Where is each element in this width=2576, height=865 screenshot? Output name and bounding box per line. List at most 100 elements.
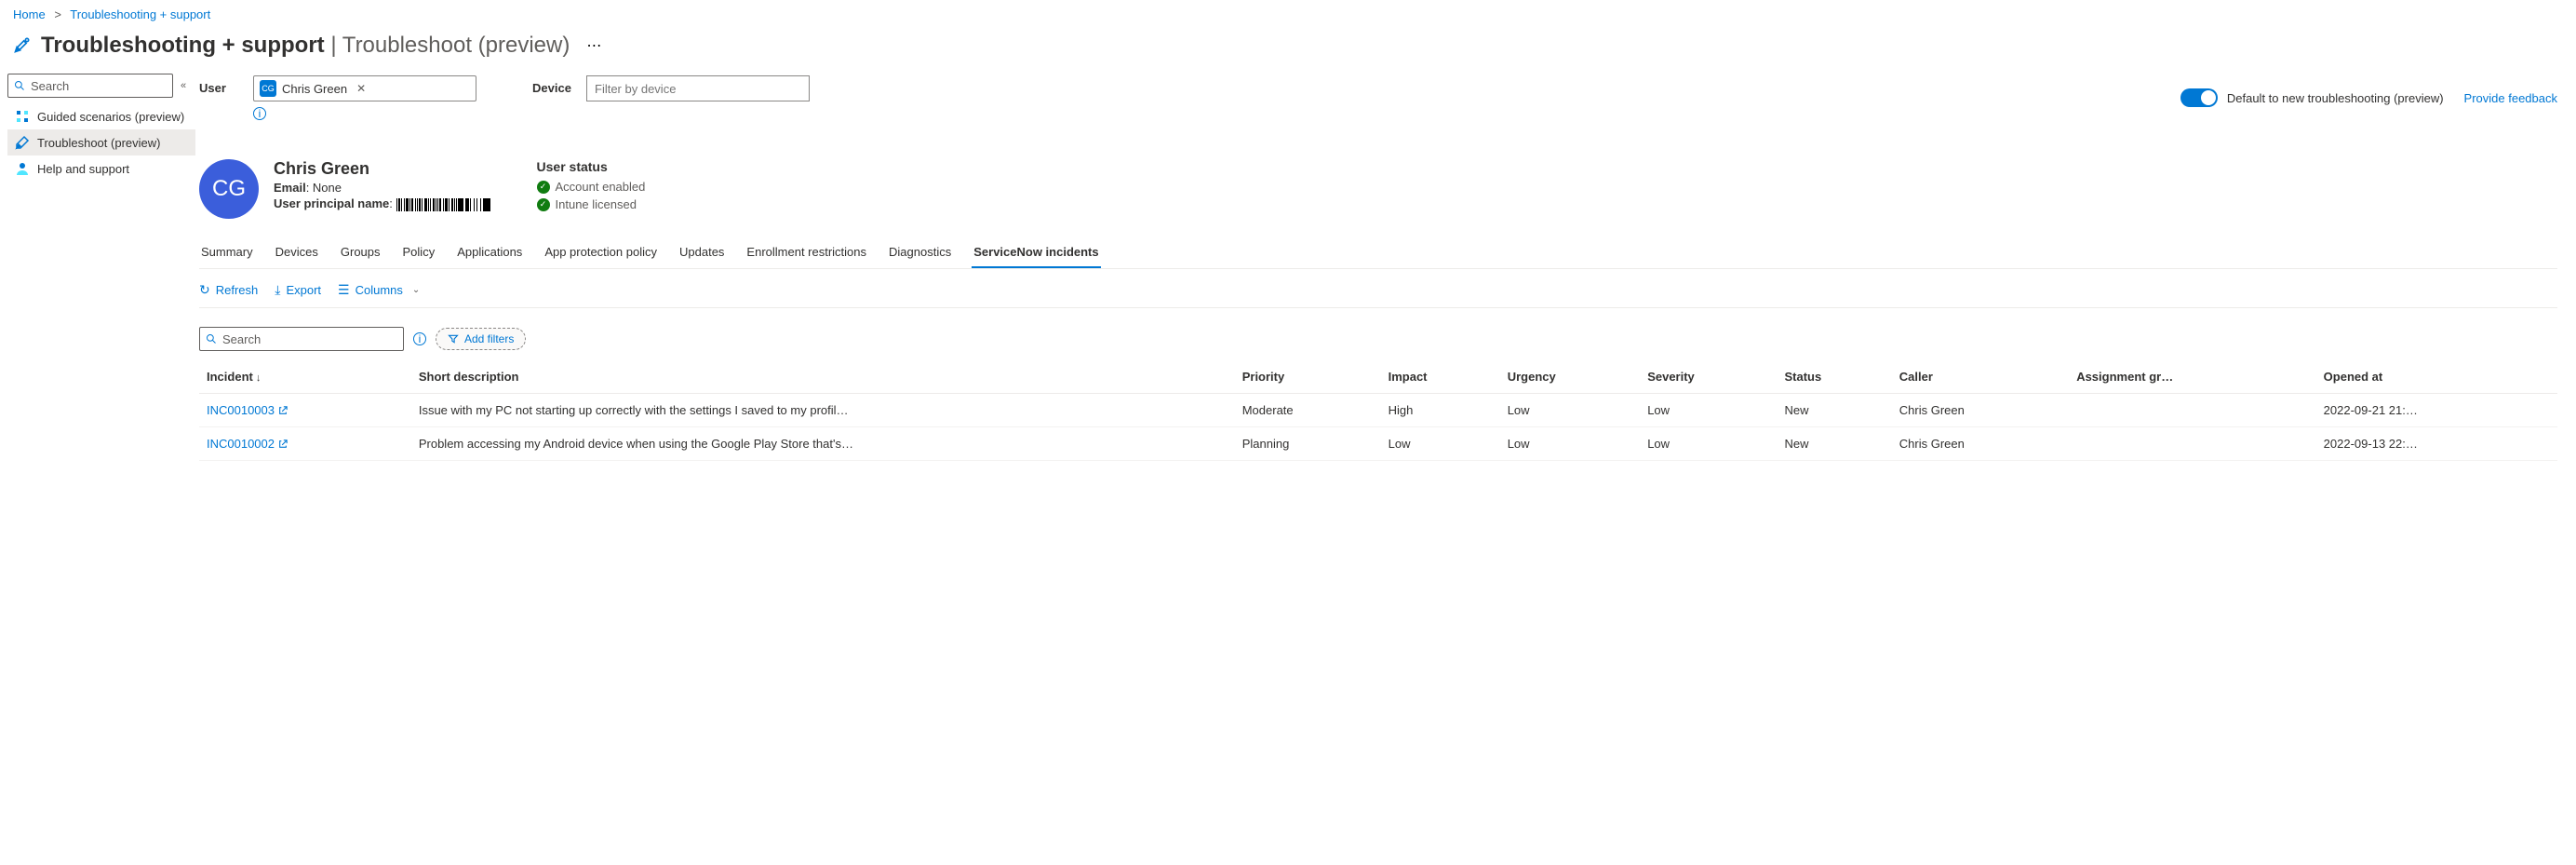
device-filter-label: Device bbox=[532, 75, 573, 95]
search-icon bbox=[206, 333, 217, 345]
col-priority[interactable]: Priority bbox=[1235, 360, 1381, 394]
filter-icon bbox=[448, 333, 459, 345]
breadcrumb-sep: > bbox=[54, 7, 61, 21]
collapse-sidebar-button[interactable]: « bbox=[181, 80, 186, 91]
sidebar-item-help[interactable]: Help and support bbox=[7, 155, 195, 182]
refresh-button[interactable]: ↻ Refresh bbox=[199, 282, 258, 298]
sidebar: Search « Guided scenarios (preview) Trou… bbox=[0, 68, 195, 461]
page-header: Troubleshooting + support | Troubleshoot… bbox=[0, 29, 2576, 68]
user-info-card: CG Chris Green Email: None User principa… bbox=[199, 128, 2557, 234]
tab-app-protection[interactable]: App protection policy bbox=[543, 237, 659, 268]
incident-link[interactable]: INC0010002 bbox=[207, 437, 288, 451]
cell-opened: 2022-09-13 22:… bbox=[2316, 427, 2557, 461]
user-name: Chris Green bbox=[274, 159, 490, 179]
tab-applications[interactable]: Applications bbox=[455, 237, 524, 268]
refresh-icon: ↻ bbox=[199, 282, 210, 298]
status-intune: ✓ Intune licensed bbox=[537, 197, 646, 211]
sidebar-item-troubleshoot[interactable]: Troubleshoot (preview) bbox=[7, 129, 195, 155]
tabs: Summary Devices Groups Policy Applicatio… bbox=[199, 237, 2557, 269]
cell-assignment bbox=[2069, 427, 2315, 461]
col-incident[interactable]: Incident↓ bbox=[199, 360, 411, 394]
tab-groups[interactable]: Groups bbox=[339, 237, 382, 268]
cell-status: New bbox=[1778, 394, 1892, 427]
sidebar-item-guided[interactable]: Guided scenarios (preview) bbox=[7, 103, 195, 129]
tab-diagnostics[interactable]: Diagnostics bbox=[887, 237, 953, 268]
cell-priority: Moderate bbox=[1235, 394, 1381, 427]
info-icon[interactable]: i bbox=[253, 107, 266, 120]
info-icon[interactable]: i bbox=[413, 332, 426, 345]
cell-status: New bbox=[1778, 427, 1892, 461]
breadcrumb-current[interactable]: Troubleshooting + support bbox=[70, 7, 210, 21]
user-pill-input[interactable]: CG Chris Green ✕ bbox=[253, 75, 476, 101]
user-filter: User CG Chris Green ✕ i bbox=[199, 75, 476, 120]
avatar: CG bbox=[199, 159, 259, 219]
chevron-down-icon: ⌄ bbox=[412, 285, 420, 295]
person-icon bbox=[15, 161, 30, 176]
external-link-icon bbox=[278, 406, 288, 415]
clear-user-icon[interactable]: ✕ bbox=[356, 82, 366, 95]
status-heading: User status bbox=[537, 159, 646, 174]
col-opened[interactable]: Opened at bbox=[2316, 360, 2557, 394]
preview-toggle[interactable] bbox=[2180, 88, 2218, 107]
cell-caller: Chris Green bbox=[1892, 394, 2069, 427]
incidents-table: Incident↓ Short description Priority Imp… bbox=[199, 360, 2557, 461]
col-status[interactable]: Status bbox=[1778, 360, 1892, 394]
sidebar-item-label: Help and support bbox=[37, 162, 129, 176]
table-row[interactable]: INC0010002 Problem accessing my Android … bbox=[199, 427, 2557, 461]
sidebar-search[interactable]: Search bbox=[7, 74, 173, 98]
export-button[interactable]: ⤓ Export bbox=[275, 282, 321, 298]
incident-link[interactable]: INC0010003 bbox=[207, 403, 288, 417]
col-short-desc[interactable]: Short description bbox=[411, 360, 1235, 394]
cell-urgency: Low bbox=[1500, 394, 1640, 427]
col-impact[interactable]: Impact bbox=[1381, 360, 1500, 394]
status-account: ✓ Account enabled bbox=[537, 180, 646, 194]
cell-impact: Low bbox=[1381, 427, 1500, 461]
tab-updates[interactable]: Updates bbox=[678, 237, 726, 268]
col-urgency[interactable]: Urgency bbox=[1500, 360, 1640, 394]
col-caller[interactable]: Caller bbox=[1892, 360, 2069, 394]
cell-caller: Chris Green bbox=[1892, 427, 2069, 461]
tab-summary[interactable]: Summary bbox=[199, 237, 255, 268]
check-icon: ✓ bbox=[537, 198, 550, 211]
device-filter-input[interactable] bbox=[586, 75, 810, 101]
more-actions-button[interactable]: ⋯ bbox=[579, 33, 609, 59]
filter-bar: User CG Chris Green ✕ i Device bbox=[199, 72, 2557, 128]
user-pill-name: Chris Green bbox=[282, 82, 347, 96]
user-filter-label: User bbox=[199, 75, 240, 95]
page-title-thin: | Troubleshoot (preview) bbox=[325, 33, 570, 58]
breadcrumb: Home > Troubleshooting + support bbox=[0, 0, 2576, 29]
download-icon: ⤓ bbox=[275, 282, 280, 298]
cell-severity: Low bbox=[1640, 394, 1777, 427]
add-filters-button[interactable]: Add filters bbox=[436, 328, 526, 350]
col-severity[interactable]: Severity bbox=[1640, 360, 1777, 394]
sidebar-item-label: Troubleshoot (preview) bbox=[37, 136, 160, 150]
columns-button[interactable]: ☰ Columns ⌄ bbox=[338, 282, 420, 298]
wrench-icon bbox=[15, 135, 30, 150]
user-upn-line: User principal name: bbox=[274, 196, 490, 211]
cell-opened: 2022-09-21 21:… bbox=[2316, 394, 2557, 427]
user-pill-avatar: CG bbox=[260, 80, 276, 97]
toggle-label: Default to new troubleshooting (preview) bbox=[2227, 91, 2444, 105]
cell-urgency: Low bbox=[1500, 427, 1640, 461]
user-email-line: Email: None bbox=[274, 181, 490, 195]
cell-severity: Low bbox=[1640, 427, 1777, 461]
troubleshoot-header-icon bbox=[13, 35, 32, 57]
table-search-row: Search i Add filters bbox=[199, 308, 2557, 360]
table-row[interactable]: INC0010003 Issue with my PC not starting… bbox=[199, 394, 2557, 427]
tab-devices[interactable]: Devices bbox=[274, 237, 320, 268]
tab-servicenow[interactable]: ServiceNow incidents bbox=[972, 237, 1100, 268]
cell-assignment bbox=[2069, 394, 2315, 427]
sidebar-search-placeholder: Search bbox=[31, 79, 69, 93]
table-search-input[interactable]: Search bbox=[199, 327, 404, 351]
cell-impact: High bbox=[1381, 394, 1500, 427]
feedback-link[interactable]: Provide feedback bbox=[2464, 91, 2557, 105]
check-icon: ✓ bbox=[537, 181, 550, 194]
main-content: User CG Chris Green ✕ i Device bbox=[195, 68, 2576, 461]
col-assignment[interactable]: Assignment gr… bbox=[2069, 360, 2315, 394]
tab-enrollment[interactable]: Enrollment restrictions bbox=[745, 237, 868, 268]
sort-down-icon: ↓ bbox=[256, 372, 262, 384]
sidebar-item-label: Guided scenarios (preview) bbox=[37, 110, 184, 124]
tab-policy[interactable]: Policy bbox=[401, 237, 437, 268]
cell-priority: Planning bbox=[1235, 427, 1381, 461]
breadcrumb-home[interactable]: Home bbox=[13, 7, 46, 21]
